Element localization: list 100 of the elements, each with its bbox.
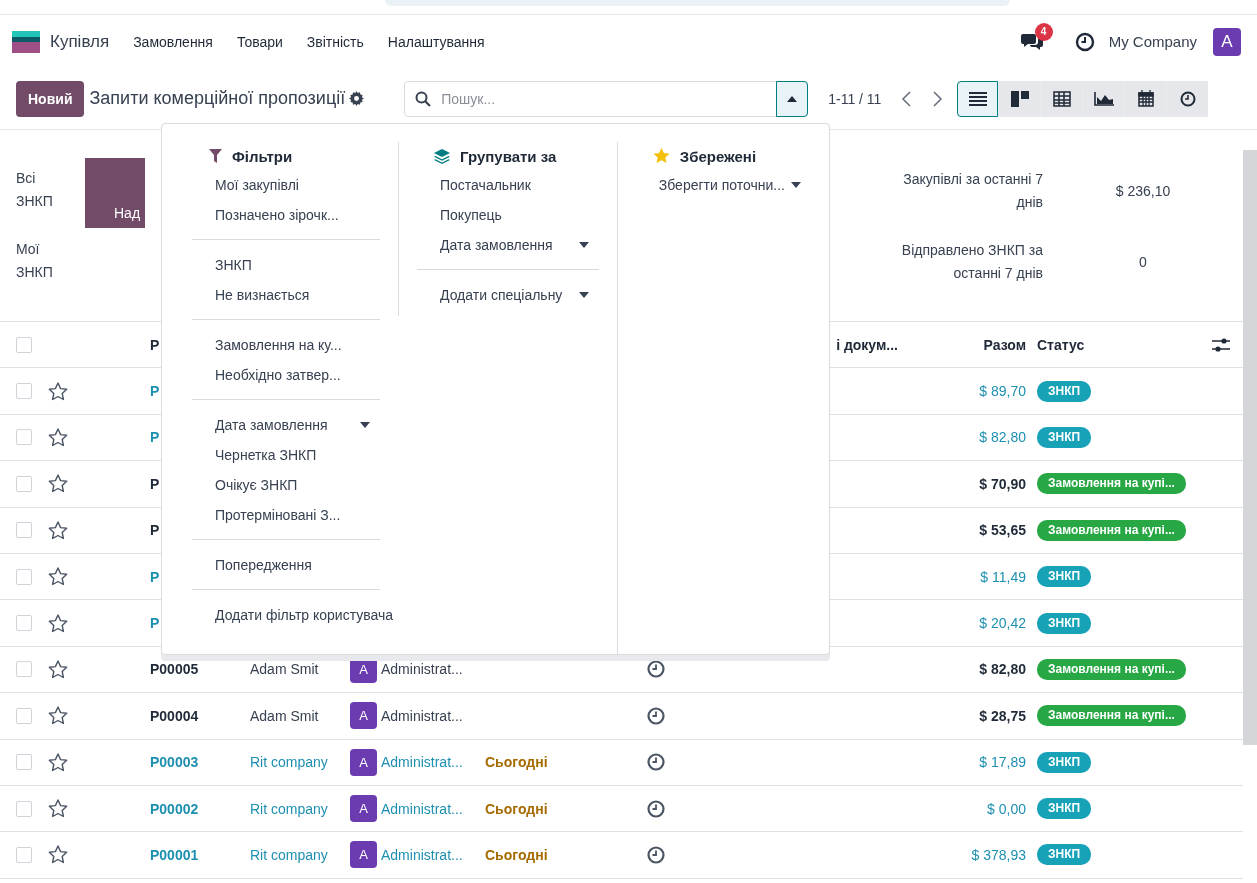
app-name[interactable]: Купівля [50, 31, 110, 52]
dashboard-tile[interactable]: Над [85, 158, 145, 228]
star-outline-icon[interactable] [48, 613, 68, 633]
view-switch-button[interactable] [999, 80, 1041, 117]
clock-icon[interactable] [1074, 31, 1095, 52]
row-checkbox[interactable] [16, 847, 32, 863]
date-cell: Сьогодні [485, 847, 548, 863]
row-checkbox[interactable] [16, 800, 32, 817]
row-checkbox[interactable] [16, 522, 32, 539]
menu-item[interactable]: Товари [236, 33, 283, 50]
dropdown-item[interactable]: Додати спеціальну [417, 280, 599, 310]
star-outline-icon[interactable] [48, 520, 68, 540]
new-button[interactable]: Новий [16, 80, 85, 117]
clock-icon[interactable] [647, 799, 665, 818]
search-bar[interactable]: Пошук... [404, 80, 809, 117]
chevron-right-icon[interactable] [933, 90, 944, 107]
status-badge: Замовлення на купі... [1037, 658, 1186, 680]
star-outline-icon[interactable] [48, 659, 68, 679]
reference-cell[interactable]: P00001 [150, 847, 199, 863]
buyer-avatar: A [350, 795, 377, 823]
row-checkbox[interactable] [16, 754, 32, 771]
dashboard-shortcut[interactable]: Мої ЗНКП [16, 238, 72, 284]
layers-icon [434, 148, 450, 164]
dropdown-item[interactable]: Попередження [192, 550, 380, 580]
app-logo-icon[interactable] [12, 30, 40, 53]
menu-item[interactable]: Звітність [306, 33, 364, 50]
stat-label: Відправлено ЗНКП за останні 7 днів [900, 241, 1043, 283]
dashboard-shortcut[interactable]: Всі ЗНКП [16, 167, 72, 213]
clock-icon[interactable] [647, 846, 665, 864]
star-outline-icon[interactable] [48, 706, 68, 726]
dropdown-item[interactable]: Мої закупівлі [192, 170, 380, 200]
reference-cell[interactable]: P [150, 475, 160, 492]
view-switch-button[interactable] [1125, 80, 1167, 117]
column-header[interactable]: Разом [983, 336, 1026, 353]
reference-cell[interactable]: P [150, 568, 160, 585]
clock-icon[interactable] [647, 753, 665, 772]
reference-cell[interactable]: P [150, 383, 160, 400]
star-outline-icon[interactable] [48, 381, 68, 401]
view-switch-button[interactable] [1041, 80, 1083, 117]
dropdown-item[interactable]: Очікує ЗНКП [192, 470, 380, 500]
dropdown-item[interactable]: Не визнається [192, 280, 380, 310]
chevron-left-icon[interactable] [901, 90, 912, 107]
reference-cell[interactable]: P00002 [150, 800, 199, 817]
dropdown-item[interactable]: Дата замовлення [417, 230, 599, 260]
star-outline-icon[interactable] [48, 474, 68, 494]
buyer-avatar: A [350, 702, 377, 730]
dropdown-item[interactable]: Дата замовлення [192, 410, 380, 440]
scrollbar[interactable] [1243, 150, 1257, 745]
view-switch-button[interactable] [957, 80, 999, 117]
dropdown-item[interactable]: Необхідно затвер... [192, 360, 380, 390]
view-switch-button[interactable] [1167, 80, 1209, 117]
clock-icon[interactable] [647, 660, 665, 679]
list-view-icon [968, 91, 987, 106]
menu-item[interactable]: Замовлення [133, 33, 213, 50]
search-options-toggle[interactable] [776, 80, 809, 117]
dropdown-item[interactable]: Замовлення на ку... [192, 330, 380, 360]
dropdown-item[interactable]: Додати фільтр користувача [192, 600, 404, 630]
kanban-view-icon [1010, 90, 1029, 107]
row-checkbox[interactable] [16, 475, 32, 492]
view-switch-button[interactable] [1083, 80, 1125, 117]
dropdown-item[interactable]: ЗНКП [192, 250, 380, 280]
reference-cell[interactable]: P00004 [150, 707, 199, 724]
star-outline-icon[interactable] [48, 427, 68, 447]
search-input[interactable]: Пошук... [439, 89, 777, 108]
buyer-cell: Administrat... [381, 661, 463, 678]
row-checkbox[interactable] [16, 661, 32, 678]
row-checkbox[interactable] [16, 383, 32, 400]
row-checkbox[interactable] [16, 707, 32, 724]
column-header[interactable]: Р [150, 336, 160, 353]
row-checkbox[interactable] [16, 429, 32, 446]
star-outline-icon[interactable] [48, 845, 68, 865]
sliders-icon[interactable] [1212, 336, 1230, 353]
status-badge: ЗНКП [1037, 566, 1092, 588]
reference-cell[interactable]: P00005 [150, 661, 199, 678]
reference-cell[interactable]: P [150, 429, 160, 446]
menu-item[interactable]: Налаштування [387, 33, 485, 50]
dropdown-item[interactable]: Покупець [417, 200, 599, 230]
settings-icon[interactable] [349, 91, 365, 106]
dropdown-item[interactable]: Зберегти поточни... [635, 170, 811, 200]
clock-icon[interactable] [647, 706, 665, 725]
pager-value[interactable]: 1-11 / 11 [828, 90, 882, 107]
reference-cell[interactable]: P [150, 615, 160, 632]
reference-cell[interactable]: P00003 [150, 754, 199, 771]
company-switcher[interactable]: My Company [1108, 33, 1197, 50]
dropdown-item[interactable]: Позначено зірочк... [192, 200, 380, 230]
dropdown-item[interactable]: Постачальник [417, 170, 599, 200]
chat-icon[interactable] [1020, 31, 1043, 52]
column-header[interactable]: Статус [1026, 336, 1085, 353]
row-checkbox[interactable] [16, 568, 32, 585]
column-header[interactable]: і докум... [836, 336, 900, 353]
dropdown-item[interactable]: Протерміновані З... [192, 500, 380, 530]
star-outline-icon[interactable] [48, 567, 68, 587]
row-checkbox[interactable] [16, 615, 32, 632]
star-outline-icon[interactable] [48, 752, 68, 772]
star-outline-icon[interactable] [48, 799, 68, 819]
dropdown-item[interactable]: Чернетка ЗНКП [192, 440, 380, 470]
section-title: Фільтри [232, 147, 293, 165]
user-avatar[interactable]: A [1213, 27, 1241, 56]
reference-cell[interactable]: P [150, 522, 160, 539]
select-all-checkbox[interactable] [16, 336, 32, 353]
